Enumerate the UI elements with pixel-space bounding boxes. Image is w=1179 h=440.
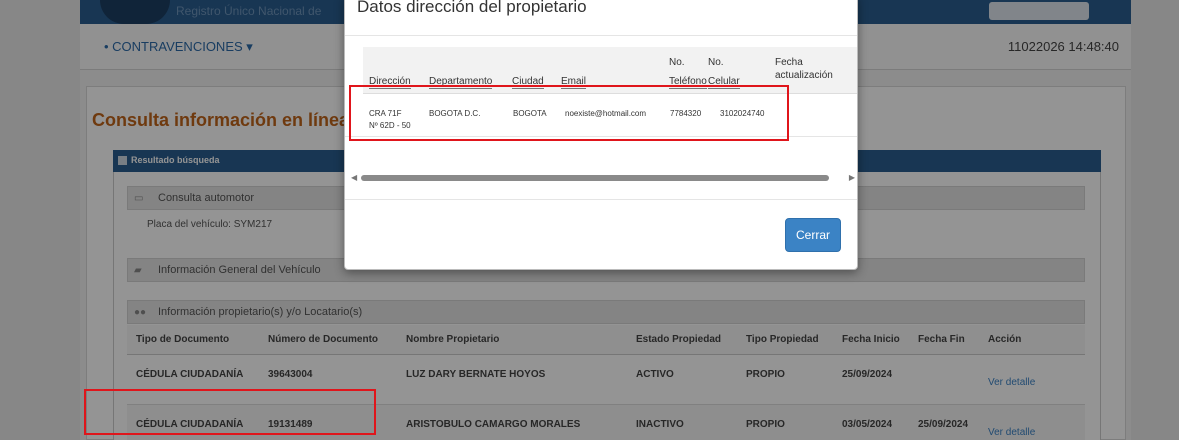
annotation-box-address: [349, 85, 789, 141]
modal-title: Datos dirección del propietario: [357, 0, 587, 16]
divider: [345, 35, 857, 36]
horizontal-scrollbar[interactable]: ◀ ▶: [347, 171, 857, 185]
col-fecha-line1: Fecha: [775, 57, 803, 68]
col-celular-line1: No.: [708, 57, 724, 68]
divider: [345, 199, 857, 200]
scrollbar-thumb[interactable]: [361, 175, 829, 181]
col-telefono-line1: No.: [669, 57, 685, 68]
scroll-right-arrow-icon[interactable]: ▶: [849, 173, 855, 182]
scroll-left-arrow-icon[interactable]: ◀: [351, 173, 357, 182]
close-button[interactable]: Cerrar: [785, 218, 841, 252]
annotation-box-owner: [84, 389, 376, 435]
col-fecha-line2: actualización: [775, 70, 833, 81]
